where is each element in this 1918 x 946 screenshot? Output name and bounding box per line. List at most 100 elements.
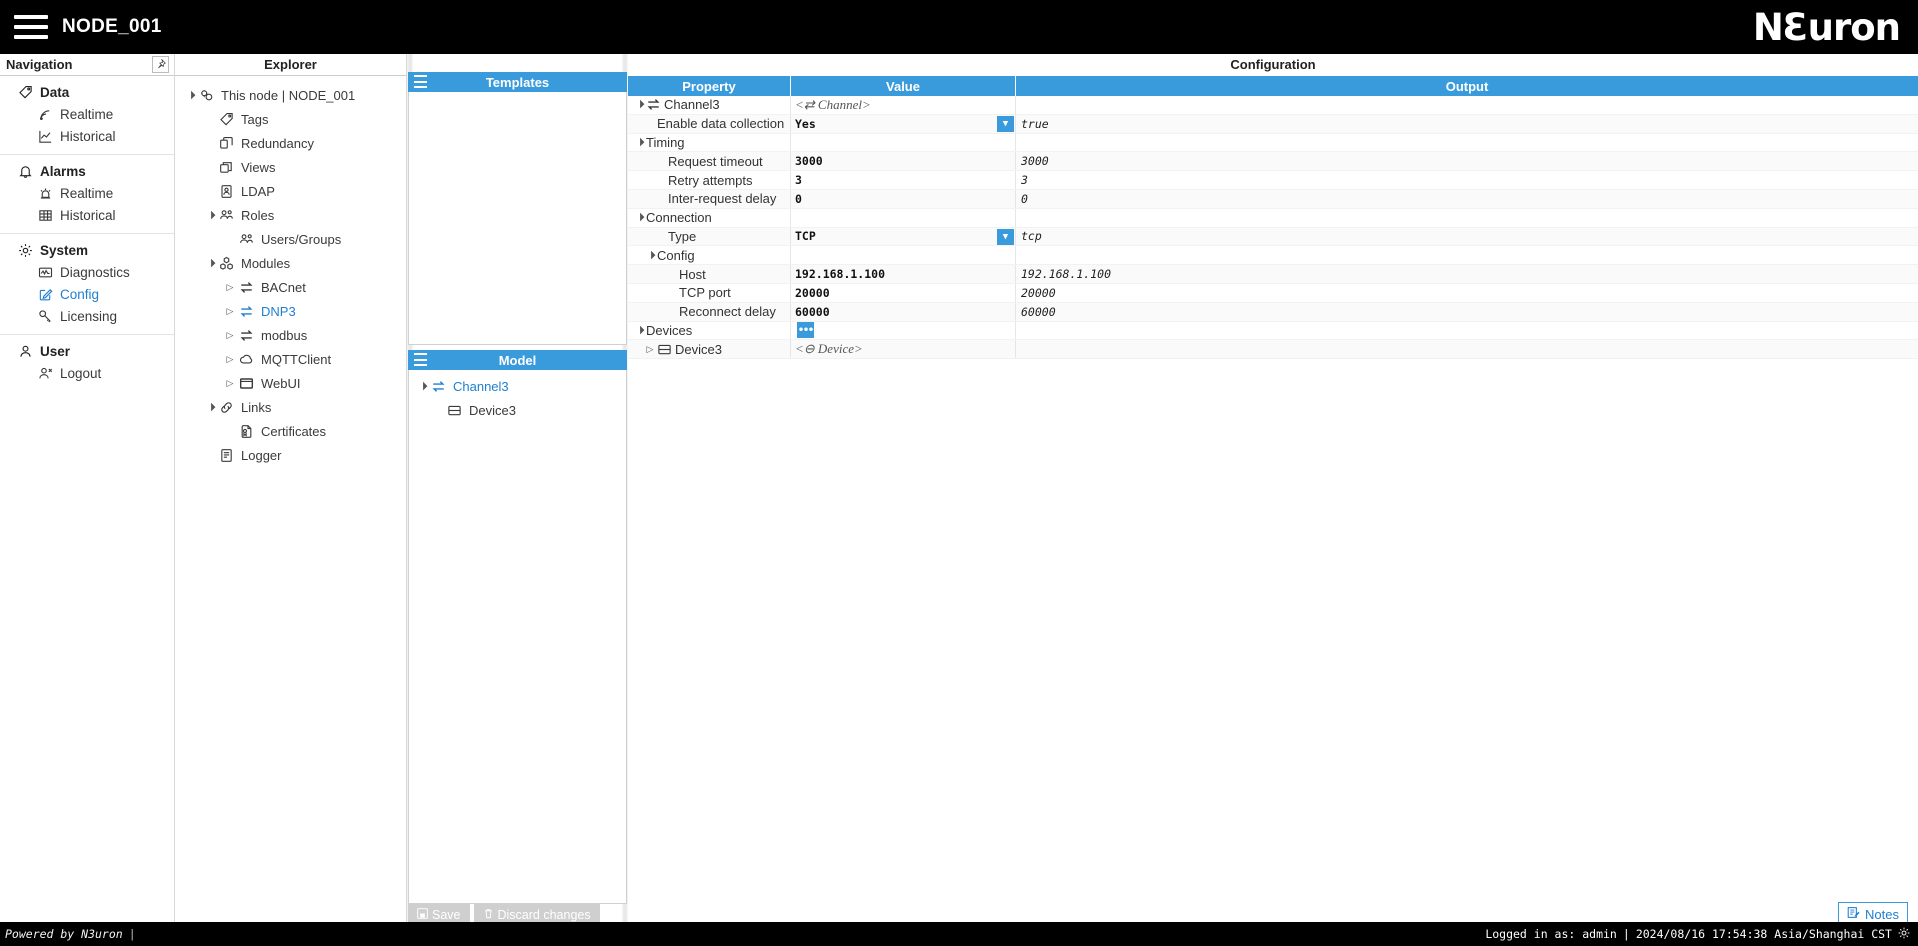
tag-icon — [217, 111, 235, 127]
tree-item-dnp3[interactable]: DNP3 — [175, 299, 406, 323]
more-options-button[interactable]: ••• — [797, 322, 814, 339]
tree-item-bacnet[interactable]: BACnet — [175, 275, 406, 299]
table-row[interactable]: Timing — [628, 133, 1918, 153]
pin-icon[interactable] — [152, 56, 169, 73]
tree-item-mqttclient[interactable]: MQTTClient — [175, 347, 406, 371]
chevron-down-icon[interactable]: ▼ — [997, 228, 1014, 245]
chevron-down-icon[interactable] — [415, 382, 429, 391]
hamburger-icon[interactable] — [14, 15, 48, 39]
value-cell[interactable]: 20000 — [791, 283, 1016, 302]
chevron-down-icon[interactable] — [203, 259, 217, 268]
table-row[interactable]: Device3 <⊖ Device> — [628, 340, 1918, 360]
value-cell[interactable]: 3 — [791, 171, 1016, 189]
views-icon — [217, 159, 235, 175]
tree-item-label: Channel3 — [453, 378, 509, 394]
chevron-right-icon[interactable] — [643, 344, 657, 355]
certificate-icon — [237, 423, 255, 439]
table-row[interactable]: Config — [628, 246, 1918, 266]
chevron-right-icon[interactable] — [223, 282, 237, 293]
chevron-down-icon[interactable] — [632, 326, 646, 335]
chevron-down-icon[interactable] — [632, 213, 646, 222]
gear-icon[interactable] — [1898, 927, 1910, 942]
sidebar-item-logout[interactable]: Logout — [0, 362, 174, 384]
tree-item-ldap[interactable]: LDAP — [175, 179, 406, 203]
table-row[interactable]: Devices ••• — [628, 321, 1918, 341]
tree-item-label: BACnet — [261, 279, 306, 295]
exchange-icon — [237, 279, 255, 295]
value-cell[interactable]: <⇄ Channel> — [791, 96, 1016, 114]
redundancy-icon — [217, 135, 235, 151]
tree-item-redundancy[interactable]: Redundancy — [175, 131, 406, 155]
chevron-down-icon[interactable] — [203, 211, 217, 220]
nav-group-header-user: User — [0, 340, 174, 362]
tree-item-logger[interactable]: Logger — [175, 443, 406, 467]
sidebar-item-realtime[interactable]: Realtime — [0, 182, 174, 204]
chevron-right-icon[interactable] — [223, 330, 237, 341]
sidebar-item-licensing[interactable]: Licensing — [0, 305, 174, 327]
tree-item-channel3[interactable]: Channel3 — [409, 374, 626, 398]
sidebar-item-diagnostics[interactable]: Diagnostics — [0, 261, 174, 283]
chevron-down-icon[interactable] — [632, 138, 646, 147]
table-row[interactable]: Request timeout 3000 3000 — [628, 152, 1918, 172]
table-row[interactable]: Retry attempts 3 3 — [628, 171, 1918, 190]
tree-item-device3[interactable]: Device3 — [409, 398, 626, 422]
chevron-right-icon[interactable] — [223, 378, 237, 389]
value-cell[interactable] — [791, 208, 1016, 227]
status-divider-left: | — [128, 927, 136, 941]
value-text: Yes — [795, 116, 816, 131]
table-row[interactable]: Channel3 <⇄ Channel> — [628, 96, 1918, 115]
model-menu-icon[interactable] — [414, 353, 427, 366]
tree-item-roles[interactable]: Roles — [175, 203, 406, 227]
tree-item-label: LDAP — [241, 183, 275, 199]
value-cell[interactable]: ••• — [791, 321, 1016, 340]
nav-group-label: System — [40, 242, 89, 258]
tree-item-modules[interactable]: Modules — [175, 251, 406, 275]
chevron-down-icon[interactable] — [183, 91, 197, 100]
chevron-down-icon[interactable]: ▼ — [997, 115, 1014, 132]
value-cell[interactable]: Yes ▼ — [791, 114, 1016, 133]
tree-item-modbus[interactable]: modbus — [175, 323, 406, 347]
templates-header: Templates — [408, 72, 627, 92]
templates-menu-icon[interactable] — [414, 75, 427, 88]
tree-item-webui[interactable]: WebUI — [175, 371, 406, 395]
cloud-icon — [237, 351, 255, 367]
output-cell — [1016, 209, 1918, 227]
chevron-down-icon[interactable] — [643, 251, 657, 260]
tree-item-tags[interactable]: Tags — [175, 107, 406, 131]
templates-body[interactable] — [408, 92, 627, 345]
value-cell[interactable]: 192.168.1.100 — [791, 265, 1016, 283]
tree-item-users-groups[interactable]: Users/Groups — [175, 227, 406, 251]
exchange-icon — [237, 303, 255, 319]
chart-line-icon — [36, 128, 54, 144]
table-row[interactable]: Inter-request delay 0 0 — [628, 189, 1918, 209]
table-row[interactable]: Type TCP ▼ tcp — [628, 227, 1918, 247]
table-row[interactable]: TCP port 20000 20000 — [628, 283, 1918, 303]
sidebar-item-config[interactable]: Config — [0, 283, 174, 305]
sidebar-item-realtime[interactable]: Realtime — [0, 103, 174, 125]
tree-item-certificates[interactable]: Certificates — [175, 419, 406, 443]
value-cell[interactable]: <⊖ Device> — [791, 340, 1016, 359]
table-row[interactable]: Host 192.168.1.100 192.168.1.100 — [628, 265, 1918, 284]
sidebar-item-historical[interactable]: Historical — [0, 125, 174, 147]
tree-item-links[interactable]: Links — [175, 395, 406, 419]
value-cell[interactable]: 3000 — [791, 152, 1016, 171]
chevron-down-icon[interactable] — [632, 100, 646, 109]
value-cell[interactable] — [791, 133, 1016, 152]
chevron-right-icon[interactable] — [223, 354, 237, 365]
value-cell[interactable] — [791, 246, 1016, 265]
chevron-down-icon[interactable] — [203, 403, 217, 412]
property-cell: Request timeout — [628, 152, 791, 171]
sidebar-item-historical[interactable]: Historical — [0, 204, 174, 226]
chevron-right-icon[interactable] — [223, 306, 237, 317]
gear-icon — [16, 242, 34, 258]
tree-item-this-node-node-001[interactable]: This node | NODE_001 — [175, 83, 406, 107]
tree-item-views[interactable]: Views — [175, 155, 406, 179]
tree-item-label: Modules — [241, 255, 291, 271]
users-groups-icon — [237, 231, 255, 247]
table-row[interactable]: Reconnect delay 60000 60000 — [628, 302, 1918, 322]
table-row[interactable]: Enable data collection Yes ▼ true — [628, 114, 1918, 134]
value-cell[interactable]: 60000 — [791, 302, 1016, 321]
table-row[interactable]: Connection — [628, 208, 1918, 228]
value-cell[interactable]: 0 — [791, 189, 1016, 208]
value-cell[interactable]: TCP ▼ — [791, 227, 1016, 246]
